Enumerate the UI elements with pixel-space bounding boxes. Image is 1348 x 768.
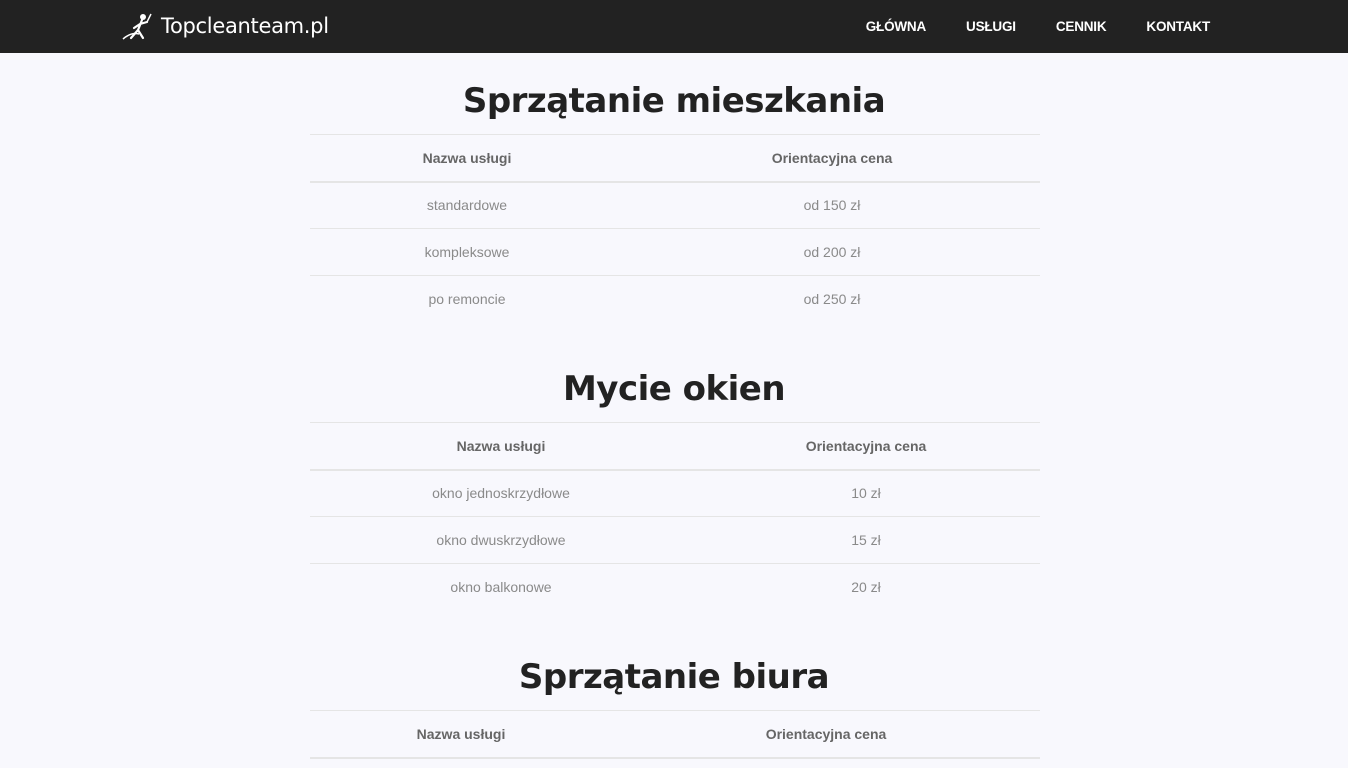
service-price: od 200 zł bbox=[624, 228, 1040, 276]
table-row: okno jednoskrzydłowe 10 zł bbox=[310, 469, 1040, 517]
service-name: okno balkonowe bbox=[310, 563, 692, 611]
nav-item-uslugi[interactable]: USŁUGI bbox=[966, 19, 1016, 34]
price-table: Nazwa usługi Orientacyjna cena okno jedn… bbox=[310, 422, 1040, 611]
price-table: Nazwa usługi Orientacyjna cena bbox=[310, 710, 1040, 759]
cleaner-logo-icon bbox=[122, 13, 152, 40]
service-name: okno dwuskrzydłowe bbox=[310, 516, 692, 564]
service-price: od 150 zł bbox=[624, 181, 1040, 229]
table-row: okno dwuskrzydłowe 15 zł bbox=[310, 516, 1040, 564]
section-title: Sprzątanie mieszkania bbox=[462, 81, 886, 121]
column-header: Orientacyjna cena bbox=[692, 422, 1040, 471]
table-row: standardowe od 150 zł bbox=[310, 181, 1040, 229]
service-price: 20 zł bbox=[692, 563, 1040, 611]
column-header: Nazwa usługi bbox=[310, 710, 612, 759]
main-nav: GŁÓWNA USŁUGI CENNIK KONTAKT bbox=[826, 0, 1210, 53]
section-title: Sprzątanie biura bbox=[518, 657, 830, 697]
brand-name: Topcleanteam.pl bbox=[161, 14, 329, 38]
service-price: 15 zł bbox=[692, 516, 1040, 564]
service-price: od 250 zł bbox=[624, 275, 1040, 323]
column-header: Nazwa usługi bbox=[310, 422, 692, 471]
column-header: Orientacyjna cena bbox=[612, 710, 1040, 759]
nav-item-kontakt[interactable]: KONTAKT bbox=[1146, 19, 1210, 34]
section-title: Mycie okien bbox=[562, 369, 786, 409]
price-table: Nazwa usługi Orientacyjna cena standardo… bbox=[310, 134, 1040, 323]
column-header: Orientacyjna cena bbox=[624, 134, 1040, 183]
table-header-row: Nazwa usługi Orientacyjna cena bbox=[310, 710, 1040, 759]
table-row: kompleksowe od 200 zł bbox=[310, 228, 1040, 276]
service-name: po remoncie bbox=[310, 275, 624, 323]
brand-link[interactable]: Topcleanteam.pl bbox=[121, 10, 329, 42]
nav-item-cennik[interactable]: CENNIK bbox=[1056, 19, 1107, 34]
table-row: okno balkonowe 20 zł bbox=[310, 563, 1040, 611]
table-header-row: Nazwa usługi Orientacyjna cena bbox=[310, 422, 1040, 471]
navbar: Topcleanteam.pl GŁÓWNA USŁUGI CENNIK KON… bbox=[0, 0, 1348, 53]
table-header-row: Nazwa usługi Orientacyjna cena bbox=[310, 134, 1040, 183]
service-price: 10 zł bbox=[692, 469, 1040, 517]
column-header: Nazwa usługi bbox=[310, 134, 624, 183]
service-name: standardowe bbox=[310, 181, 624, 229]
nav-item-glowna[interactable]: GŁÓWNA bbox=[866, 19, 926, 34]
table-row: po remoncie od 250 zł bbox=[310, 275, 1040, 323]
service-name: kompleksowe bbox=[310, 228, 624, 276]
service-name: okno jednoskrzydłowe bbox=[310, 469, 692, 517]
